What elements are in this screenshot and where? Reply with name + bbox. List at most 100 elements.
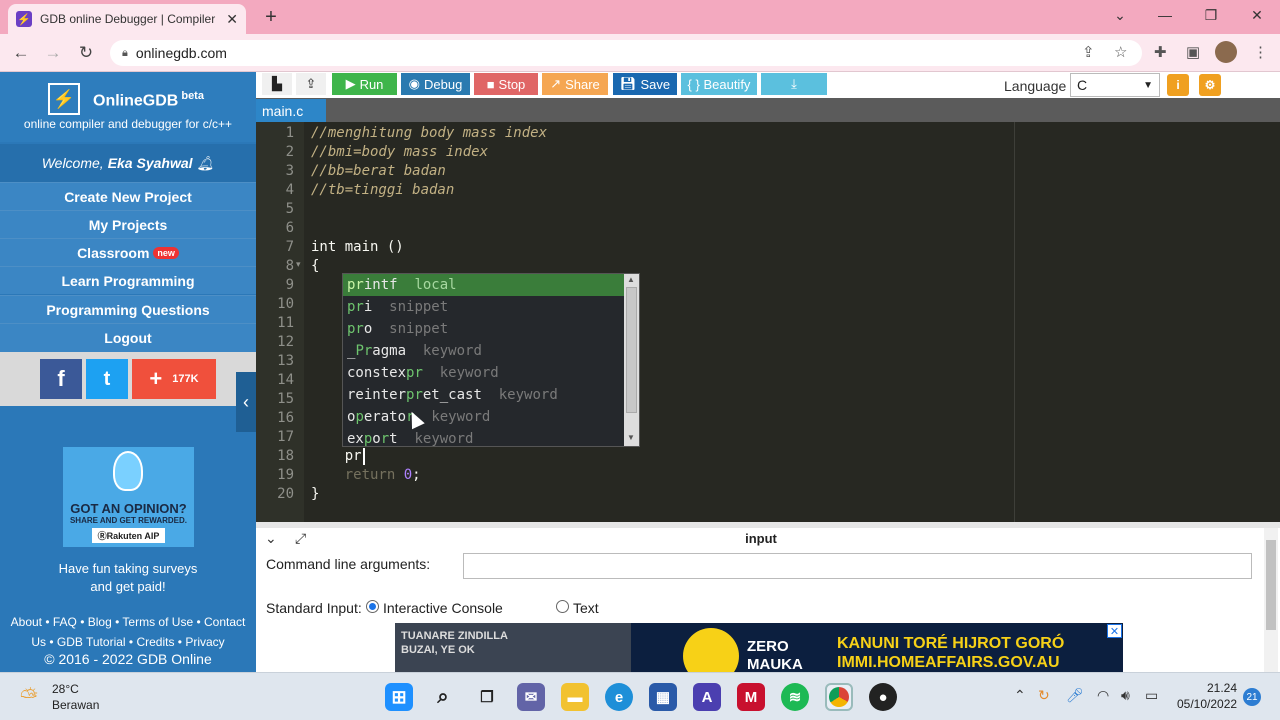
scroll-up-arrow-icon[interactable]: ▲ bbox=[627, 275, 635, 284]
extensions-puzzle-icon[interactable]: ✚ bbox=[1154, 43, 1167, 61]
restore-button[interactable]: ❐ bbox=[1196, 4, 1226, 26]
code-line[interactable]: //bb=berat badan bbox=[311, 162, 446, 181]
windows-start-icon[interactable]: ⊞ bbox=[385, 683, 413, 711]
run-button[interactable]: ▶ Run bbox=[332, 73, 397, 95]
sync-icon[interactable]: ↻ bbox=[1038, 687, 1050, 704]
upload-icon[interactable]: ⇪ bbox=[296, 73, 326, 95]
cloudy-weather-icon[interactable]: ⛅︎ bbox=[20, 684, 38, 710]
autocomplete-item[interactable]: operator keyword bbox=[343, 406, 625, 428]
weather-temperature[interactable]: 28°C bbox=[52, 682, 79, 696]
edge-browser-icon[interactable]: e bbox=[605, 683, 633, 711]
share-page-icon[interactable]: ⇪ bbox=[1082, 43, 1095, 61]
code-line[interactable]: //menghitung body mass index bbox=[311, 124, 547, 143]
autocomplete-item[interactable]: pri snippet bbox=[343, 296, 625, 318]
interactive-console-label[interactable]: Interactive Console bbox=[383, 600, 503, 616]
collapse-sidebar-chevron-icon[interactable]: ‹ bbox=[236, 372, 256, 432]
scroll-down-arrow-icon[interactable]: ▼ bbox=[627, 433, 635, 442]
code-line[interactable]: } bbox=[311, 485, 319, 504]
footer-links[interactable]: About • FAQ • Blog • Terms of Use • Cont… bbox=[0, 612, 256, 652]
mcafee-icon[interactable]: M bbox=[737, 683, 765, 711]
menu-learn-programming[interactable]: Learn Programming bbox=[0, 266, 256, 294]
store-icon[interactable]: ▦ bbox=[649, 683, 677, 711]
text-option-label[interactable]: Text bbox=[573, 600, 599, 616]
weather-description[interactable]: Berawan bbox=[52, 698, 99, 712]
language-select[interactable]: C ▼ bbox=[1070, 73, 1160, 97]
ad-close-icon[interactable]: ✕ bbox=[1107, 624, 1122, 638]
profile-avatar[interactable] bbox=[1215, 41, 1237, 63]
footer-line1[interactable]: About • FAQ • Blog • Terms of Use • Cont… bbox=[0, 612, 256, 632]
share-count-button[interactable]: + 177K bbox=[132, 359, 216, 399]
volume-icon[interactable]: 🔊︎ bbox=[1121, 687, 1130, 704]
sidebar-ad-banner[interactable]: GOT AN OPINION? SHARE AND GET REWARDED. … bbox=[63, 447, 194, 547]
search-icon[interactable]: ⌕ bbox=[429, 683, 457, 711]
browser-menu-icon[interactable]: ⋮ bbox=[1253, 43, 1268, 61]
task-view-icon[interactable]: ❐ bbox=[473, 683, 501, 711]
side-panel-icon[interactable]: ▣ bbox=[1186, 43, 1200, 61]
stop-button[interactable]: ■ Stop bbox=[474, 73, 538, 95]
twitter-icon[interactable]: t bbox=[86, 359, 128, 399]
new-file-icon[interactable]: ▙ bbox=[262, 73, 292, 95]
battery-icon[interactable]: ▭ bbox=[1145, 687, 1158, 704]
notification-badge[interactable]: 21 bbox=[1243, 688, 1261, 706]
autocomplete-scroll-thumb[interactable] bbox=[626, 287, 637, 413]
autocomplete-item[interactable]: export keyword bbox=[343, 428, 625, 450]
file-explorer-icon[interactable]: ▬ bbox=[561, 683, 589, 711]
microphone-icon[interactable]: 🎤︎ bbox=[1066, 687, 1084, 704]
brand-name[interactable]: OnlineGDB beta bbox=[93, 90, 204, 110]
welcome-user[interactable]: Eka Syahwal bbox=[108, 155, 193, 171]
debug-button[interactable]: ◉ Debug bbox=[401, 73, 470, 95]
facebook-icon[interactable]: f bbox=[40, 359, 82, 399]
collapse-chevron-icon[interactable]: ⌄ bbox=[265, 530, 277, 547]
code-line[interactable]: //tb=tinggi badan bbox=[311, 181, 454, 200]
close-window-button[interactable]: ✕ bbox=[1242, 4, 1272, 26]
notification-bell-icon[interactable]: 🔔︎ bbox=[197, 155, 215, 172]
forward-arrow-icon[interactable]: → bbox=[42, 42, 64, 64]
spotify-icon[interactable]: ≋ bbox=[781, 683, 809, 711]
onlinegdb-logo-icon[interactable]: ⚡ bbox=[48, 83, 80, 115]
text-radio[interactable] bbox=[556, 600, 569, 613]
tab-search-icon[interactable]: ⌄ bbox=[1105, 4, 1135, 26]
panel-scroll-thumb[interactable] bbox=[1266, 540, 1276, 630]
code-line[interactable]: { bbox=[311, 257, 319, 276]
autocomplete-popup[interactable]: printf local pri snippet pro snippet _Pragm… bbox=[342, 273, 640, 447]
url-bar[interactable]: 🔒︎ onlinegdb.com bbox=[110, 40, 1142, 66]
autocomplete-item[interactable]: printf local bbox=[343, 274, 625, 296]
new-tab-button[interactable]: + bbox=[260, 6, 282, 28]
clock-time[interactable]: 21.24 bbox=[1177, 681, 1237, 695]
beautify-button[interactable]: { } Beautify bbox=[681, 73, 757, 95]
info-icon[interactable]: i bbox=[1167, 74, 1189, 96]
autocomplete-item[interactable]: constexpr keyword bbox=[343, 362, 625, 384]
menu-programming-questions[interactable]: Programming Questions bbox=[0, 295, 256, 323]
tab-close-icon[interactable]: ✕ bbox=[226, 11, 238, 28]
code-line[interactable]: return 0; bbox=[311, 466, 421, 485]
expand-icon[interactable]: ⤢ bbox=[295, 530, 306, 547]
interactive-console-radio[interactable] bbox=[366, 600, 379, 613]
menu-logout[interactable]: Logout bbox=[0, 323, 256, 352]
obs-icon[interactable]: ● bbox=[869, 683, 897, 711]
menu-create-new-project[interactable]: Create New Project bbox=[0, 182, 256, 210]
autocomplete-item[interactable]: reinterpret_cast keyword bbox=[343, 384, 625, 406]
code-line[interactable]: //bmi=body mass index bbox=[311, 143, 488, 162]
fold-arrow-icon[interactable]: ▾ bbox=[296, 259, 301, 270]
bookmark-star-icon[interactable]: ☆ bbox=[1114, 43, 1127, 61]
autocomplete-item[interactable]: pro snippet bbox=[343, 318, 625, 340]
reload-icon[interactable]: ↻ bbox=[75, 42, 97, 64]
browser-tab[interactable]: ⚡ GDB online Debugger | Compiler ✕ bbox=[8, 4, 246, 34]
gear-icon[interactable]: ⚙ bbox=[1199, 74, 1221, 96]
chat-icon[interactable]: ✉ bbox=[517, 683, 545, 711]
file-tab-main-c[interactable]: main.c bbox=[256, 99, 326, 122]
code-line[interactable]: int main () bbox=[311, 238, 404, 257]
autocomplete-item[interactable]: _Pragma keyword bbox=[343, 340, 625, 362]
wifi-icon[interactable]: ◠ bbox=[1097, 687, 1109, 704]
chrome-icon[interactable] bbox=[825, 683, 853, 711]
share-button[interactable]: ↗ Share bbox=[542, 73, 608, 95]
clock-date[interactable]: 05/10/2022 bbox=[1177, 697, 1237, 711]
save-button[interactable]: 💾︎ Save bbox=[613, 73, 677, 95]
back-arrow-icon[interactable]: ← bbox=[10, 42, 32, 64]
vpn-app-icon[interactable]: A bbox=[693, 683, 721, 711]
menu-classroom[interactable]: Classroom new bbox=[0, 238, 256, 266]
menu-my-projects[interactable]: My Projects bbox=[0, 210, 256, 238]
cmd-args-input[interactable] bbox=[463, 553, 1252, 579]
minimize-button[interactable]: — bbox=[1150, 4, 1180, 26]
tray-overflow-chevron-icon[interactable]: ⌃ bbox=[1014, 687, 1026, 704]
